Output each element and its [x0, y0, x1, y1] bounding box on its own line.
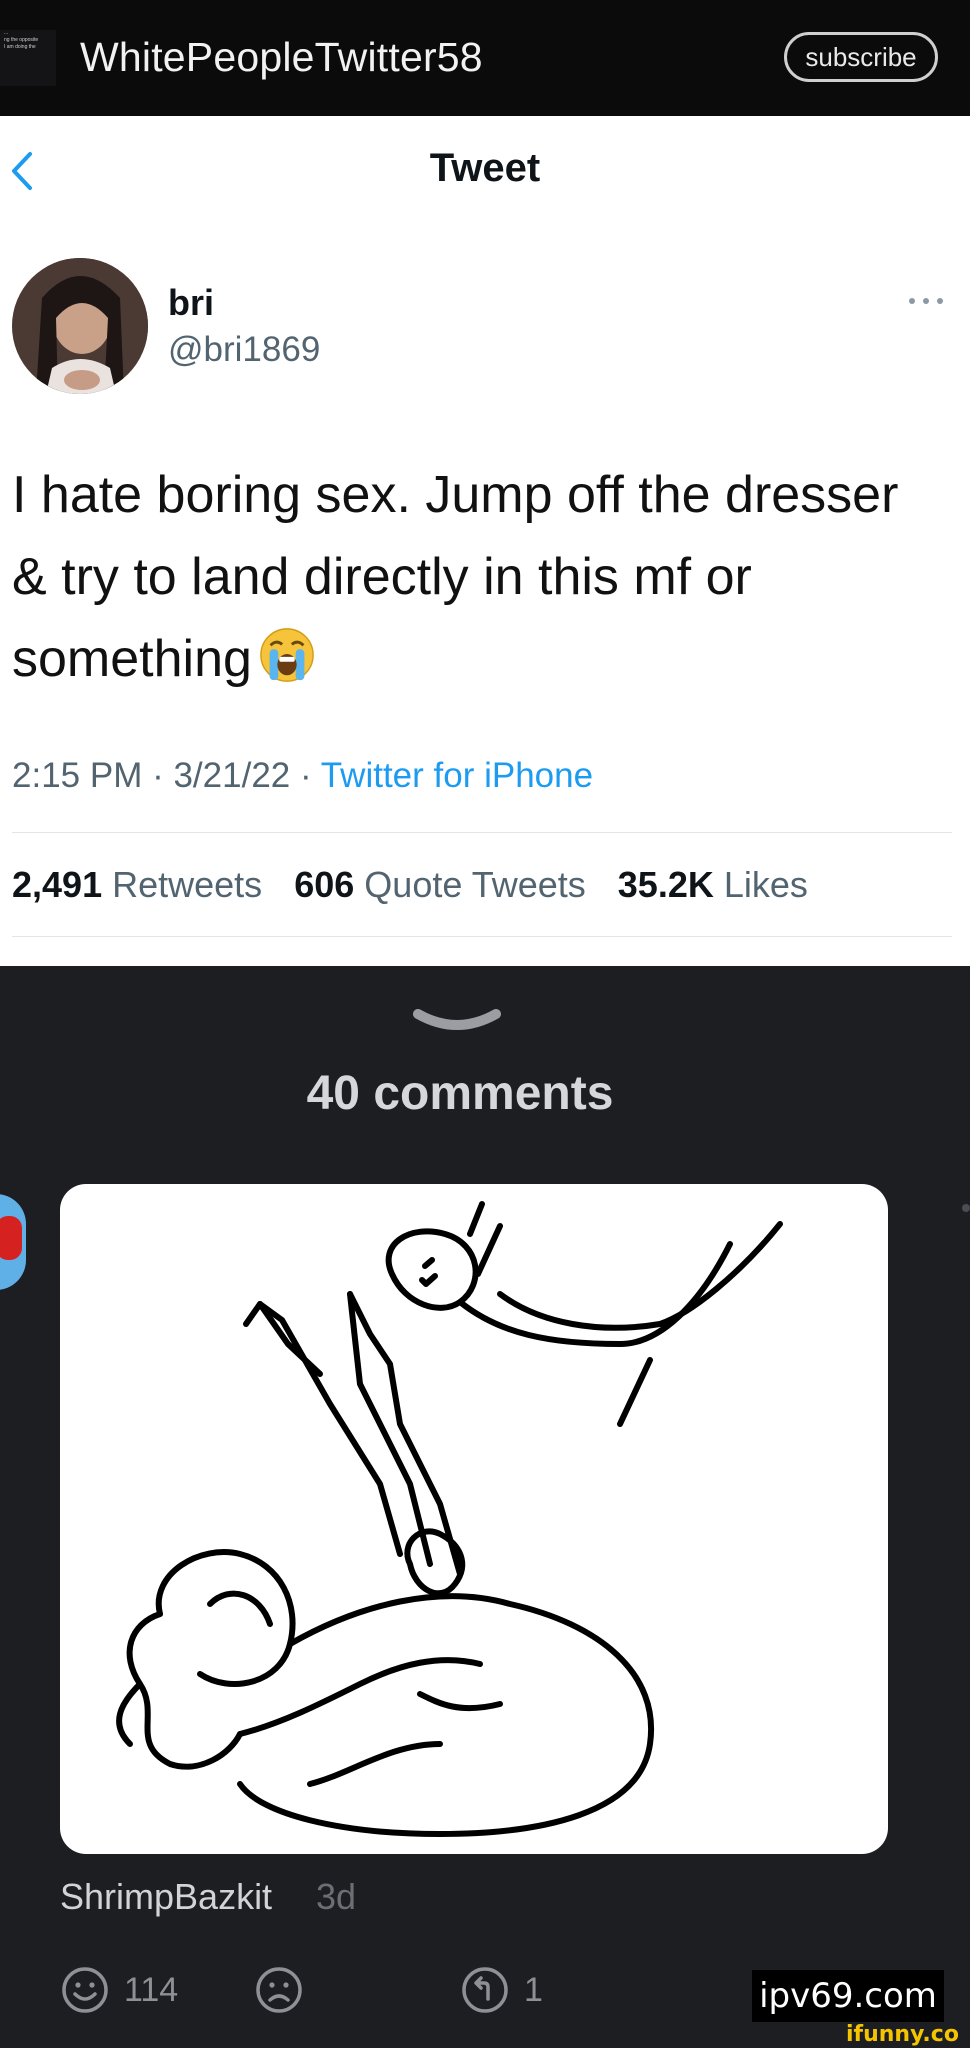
comments-count: 40 comments — [306, 1067, 614, 1120]
more-options-icon[interactable] — [906, 294, 946, 308]
likes-stat[interactable]: 35.2K Likes — [618, 864, 808, 905]
frown-icon — [256, 1967, 302, 2013]
quote-tweets-stat[interactable]: 606 Quote Tweets — [294, 864, 586, 905]
tweet-time: 2:15 PM — [12, 756, 143, 795]
subreddit-header: ... ng the opposite I am doing the White… — [0, 0, 970, 116]
user-handle[interactable]: @bri1869 — [168, 330, 320, 370]
avatar-photo — [12, 258, 148, 394]
scrollbar-indicator — [962, 1204, 970, 1212]
stick-figure-drawing — [116, 1201, 783, 1837]
comments-panel: 40 comments ShrimpBazkit 3d 114 1 — [0, 966, 970, 2048]
comment-age: 3d — [316, 1876, 357, 1917]
subreddit-icon[interactable]: ... ng the opposite I am doing the — [0, 30, 56, 86]
tweet-card: Tweet bri @bri1869 I hate boring sex. Ju… — [0, 116, 970, 966]
reply-action[interactable]: 1 — [460, 1962, 543, 2018]
tweet-text-line: I hate boring sex. Jump off the dresser — [12, 466, 899, 524]
upvote-action[interactable]: 114 — [60, 1962, 178, 2018]
divider — [12, 832, 952, 833]
retweets-stat[interactable]: 2,491 Retweets — [12, 864, 262, 905]
reply-icon — [462, 1967, 508, 2013]
subreddit-icon-text: ... — [4, 30, 9, 36]
chevron-down-icon[interactable] — [410, 1006, 504, 1040]
comment-author[interactable]: ShrimpBazkit — [60, 1876, 272, 1918]
tweet-date: 3/21/22 — [173, 756, 291, 795]
tweet-text-line-last: something — [12, 618, 952, 700]
comment-image[interactable] — [60, 1184, 888, 1854]
tweet-timestamp-line: 2:15 PM · 3/21/22 · Twitter for iPhone — [12, 756, 594, 795]
downvote-action[interactable] — [254, 1962, 304, 2018]
divider — [12, 936, 952, 937]
like-count: 114 — [124, 1970, 179, 2009]
display-name[interactable]: bri — [168, 282, 214, 324]
subreddit-icon-text: I am doing the — [4, 44, 36, 50]
tweet-text-line: & try to land directly in this mf or — [12, 548, 752, 606]
tweet-text: I hate boring sex. Jump off the dresser … — [12, 454, 952, 700]
tweet-page-title: Tweet — [429, 146, 541, 190]
reply-count: 1 — [524, 1970, 543, 2009]
subreddit-icon-text: ng the opposite — [4, 37, 39, 43]
subscribe-button[interactable]: subscribe — [784, 32, 938, 82]
smile-icon — [62, 1967, 108, 2013]
commenter-avatar[interactable] — [0, 1194, 26, 1290]
watermark-site: ipv69.com — [752, 1970, 944, 2022]
tweet-text-line: something — [12, 630, 252, 688]
loudly-crying-face-icon — [260, 628, 314, 682]
tweet-source-link[interactable]: Twitter for iPhone — [321, 756, 593, 795]
avatar[interactable] — [12, 258, 148, 394]
watermark-brand: ifunny.co — [846, 2022, 959, 2047]
tweet-stats: 2,491 Retweets 606 Quote Tweets 35.2K Li… — [12, 864, 808, 906]
subreddit-name[interactable]: WhitePeopleTwitter58 — [80, 34, 483, 81]
